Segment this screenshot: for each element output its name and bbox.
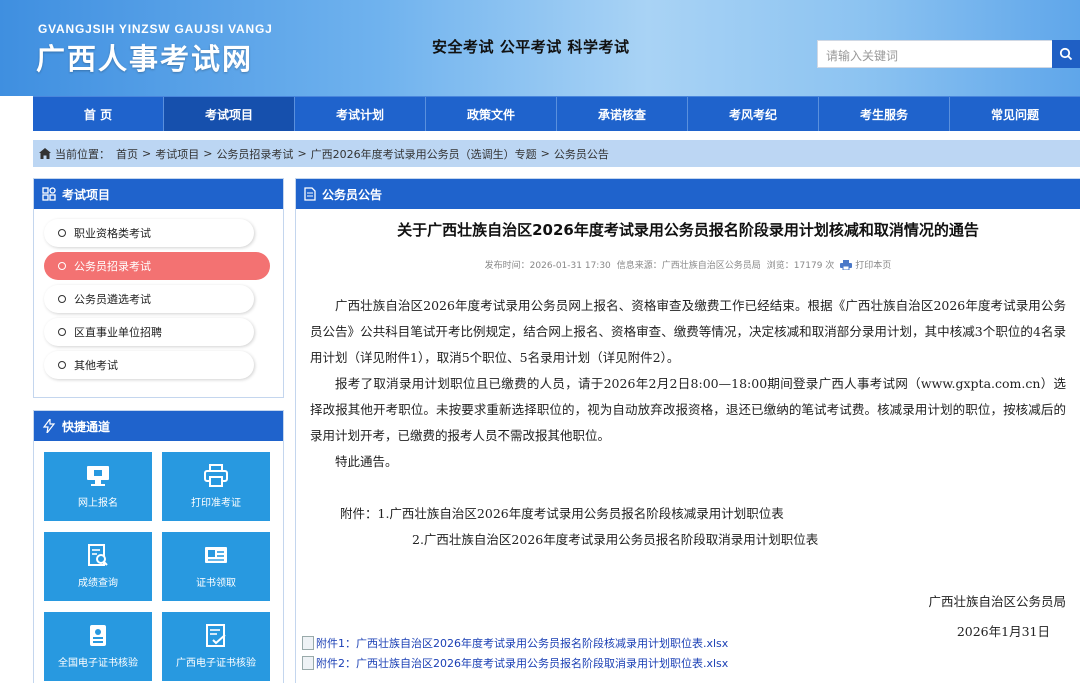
file-link-label: 附件1：广西壮族自治区2026年度考试录用公务员报名阶段核减录用计划职位表.xl…: [316, 637, 729, 650]
quick-link-label: 打印准考证: [191, 498, 241, 509]
file-download-link[interactable]: 附件1：广西壮族自治区2026年度考试录用公务员报名阶段核减录用计划职位表.xl…: [302, 633, 728, 653]
article-meta: 发布时间：2026-01-31 17:30 信息来源：广西壮族自治区公务员局 浏…: [296, 258, 1080, 271]
sidebar-item-qualification-exam[interactable]: 职业资格类考试: [44, 219, 254, 247]
search-button[interactable]: [1052, 40, 1080, 68]
bullet-icon: [58, 262, 66, 270]
nav-item-candidate-service[interactable]: 考生服务: [819, 97, 950, 131]
print-page-label: 打印本页: [855, 261, 892, 271]
nav-item-policy[interactable]: 政策文件: [426, 97, 557, 131]
breadcrumb-announcements[interactable]: 公务员公告: [554, 146, 609, 162]
main-nav: 首 页 考试项目 考试计划 政策文件 承诺核查 考风考纪 考生服务 常见问题: [33, 96, 1080, 131]
breadcrumb-prefix: 当前位置：: [55, 147, 110, 161]
exam-projects-header: 考试项目: [34, 179, 283, 209]
site-header: GVANGJSIH YINZSW GAUJSI VANGJ 广西人事考试网 安全…: [0, 0, 1080, 96]
lightning-icon: [42, 419, 56, 433]
quick-link-label: 网上报名: [78, 498, 118, 509]
breadcrumb-exam-projects[interactable]: 考试项目: [155, 146, 199, 162]
view-count: 浏览：17179 次: [766, 261, 835, 271]
search-icon: [1059, 47, 1073, 61]
sidebar-item-label: 其他考试: [74, 359, 118, 372]
attachment-list: 附件：1.广西壮族自治区2026年度考试录用公务员报名阶段核减录用计划职位表 2…: [310, 501, 1066, 553]
broken-image-icon: [302, 636, 314, 650]
quick-link-score-query[interactable]: 成绩查询: [44, 532, 152, 601]
quick-link-label: 广西电子证书核验: [176, 658, 256, 669]
quick-link-label: 证书领取: [196, 578, 236, 589]
bullet-icon: [58, 328, 66, 336]
quick-links-header: 快捷通道: [34, 411, 283, 441]
signature: 广西壮族自治区公务员局: [928, 594, 1066, 609]
exam-projects-list: 职业资格类考试 公务员招录考试 公务员遴选考试 区直事业单位招聘 其他考试: [34, 209, 283, 379]
sidebar-item-other-exams[interactable]: 其他考试: [44, 351, 254, 379]
quick-link-guangxi-cert-verify[interactable]: 广西电子证书核验: [162, 612, 270, 681]
article-paragraph: 特此通告。: [335, 454, 398, 469]
file-download-link[interactable]: 附件2：广西壮族自治区2026年度考试录用公务员报名阶段取消录用计划职位表.xl…: [302, 653, 728, 673]
quick-link-certificate-collect[interactable]: 证书领取: [162, 532, 270, 601]
quick-link-national-cert-verify[interactable]: 全国电子证书核验: [44, 612, 152, 681]
grid-icon: [42, 187, 56, 201]
breadcrumb-home[interactable]: 首页: [116, 146, 138, 162]
exam-projects-panel: 考试项目 职业资格类考试 公务员招录考试 公务员遴选考试 区直事业单位招聘 其他…: [33, 178, 284, 398]
article-panel: 公务员公告 关于广西壮族自治区2026年度考试录用公务员报名阶段录用计划核减和取…: [295, 178, 1080, 683]
attachment-item: 附件：1.广西壮族自治区2026年度考试录用公务员报名阶段核减录用计划职位表: [340, 506, 784, 521]
article-paragraph: 广西壮族自治区2026年度考试录用公务员网上报名、资格审查及缴费工作已经结束。根…: [310, 298, 1066, 365]
quick-links-grid: 网上报名 打印准考证 成绩查询 证书领取 全国电子证书核验 广西电子证书核验: [34, 441, 283, 681]
exam-projects-title: 考试项目: [62, 187, 111, 202]
article-paragraph: 报考了取消录用计划职位且已缴费的人员，请于2026年2月2日8:00—18:00…: [310, 376, 1066, 443]
quick-link-online-registration[interactable]: 网上报名: [44, 452, 152, 521]
breadcrumb-separator: >: [142, 147, 152, 160]
sidebar-item-label: 公务员招录考试: [74, 260, 151, 273]
sidebar-item-label: 职业资格类考试: [74, 227, 151, 240]
breadcrumb-separator: >: [540, 147, 550, 160]
nav-item-home[interactable]: 首 页: [33, 97, 164, 131]
nav-item-exam-projects[interactable]: 考试项目: [164, 97, 295, 131]
search-input[interactable]: 请输入关键词: [817, 40, 1053, 68]
quick-link-label: 全国电子证书核验: [58, 658, 138, 669]
bullet-icon: [58, 361, 66, 369]
sidebar-item-selection-exam[interactable]: 公务员遴选考试: [44, 285, 254, 313]
nav-item-faq[interactable]: 常见问题: [950, 97, 1080, 131]
publish-time: 发布时间：2026-01-31 17:30: [484, 261, 611, 271]
article-panel-header: 公务员公告: [296, 179, 1080, 209]
article-title: 关于广西壮族自治区2026年度考试录用公务员报名阶段录用计划核减和取消情况的通告: [397, 221, 979, 239]
breadcrumb-separator: >: [203, 147, 213, 160]
search-document-icon: [85, 544, 111, 568]
nav-item-exam-discipline[interactable]: 考风考纪: [688, 97, 819, 131]
file-link-label: 附件2：广西壮族自治区2026年度考试录用公务员报名阶段取消录用计划职位表.xl…: [316, 657, 729, 670]
certificate-icon: [203, 544, 229, 568]
quick-links-title: 快捷通道: [62, 419, 111, 434]
nav-item-exam-plan[interactable]: 考试计划: [295, 97, 426, 131]
sidebar-item-label: 公务员遴选考试: [74, 293, 151, 306]
printer-icon: [203, 464, 229, 488]
checklist-icon: [203, 624, 229, 648]
bullet-icon: [58, 229, 66, 237]
id-badge-icon: [85, 624, 111, 648]
breadcrumb-separator: >: [297, 147, 307, 160]
info-source: 信息来源：广西壮族自治区公务员局: [616, 261, 761, 271]
sidebar-item-institution-recruit[interactable]: 区直事业单位招聘: [44, 318, 254, 346]
site-logo-title[interactable]: 广西人事考试网: [36, 36, 253, 78]
breadcrumb-special-topic[interactable]: 广西2026年度考试录用公务员（选调生）专题: [311, 146, 537, 162]
quick-links-panel: 快捷通道 网上报名 打印准考证 成绩查询 证书领取 全国电子证书核验 广西电子证…: [33, 410, 284, 683]
file-downloads: 附件1：广西壮族自治区2026年度考试录用公务员报名阶段核减录用计划职位表.xl…: [302, 633, 728, 673]
breadcrumb: 当前位置： 首页 > 考试项目 > 公务员招录考试 > 广西2026年度考试录用…: [33, 140, 1080, 167]
breadcrumb-civil-servant-exam[interactable]: 公务员招录考试: [216, 146, 293, 162]
article-body: 广西壮族自治区2026年度考试录用公务员网上报名、资格审查及缴费工作已经结束。根…: [296, 293, 1080, 645]
bullet-icon: [58, 295, 66, 303]
nav-item-commitment-check[interactable]: 承诺核查: [557, 97, 688, 131]
document-icon: [304, 187, 316, 201]
site-slogan: 安全考试 公平考试 科学考试: [432, 38, 630, 56]
quick-link-print-admission[interactable]: 打印准考证: [162, 452, 270, 521]
home-icon: [39, 148, 51, 159]
print-page-button[interactable]: 打印本页: [840, 258, 891, 271]
broken-image-icon: [302, 656, 314, 670]
article-panel-title: 公务员公告: [322, 187, 383, 202]
logo-pinyin: GVANGJSIH YINZSW GAUJSI VANGJ: [38, 22, 273, 36]
quick-link-label: 成绩查询: [78, 578, 118, 589]
sidebar-item-label: 区直事业单位招聘: [74, 326, 162, 339]
attachment-item: 2.广西壮族自治区2026年度考试录用公务员报名阶段取消录用计划职位表: [412, 532, 819, 547]
printer-icon: [840, 259, 853, 270]
sidebar-item-civil-servant-exam[interactable]: 公务员招录考试: [44, 252, 270, 280]
computer-icon: [85, 464, 111, 488]
